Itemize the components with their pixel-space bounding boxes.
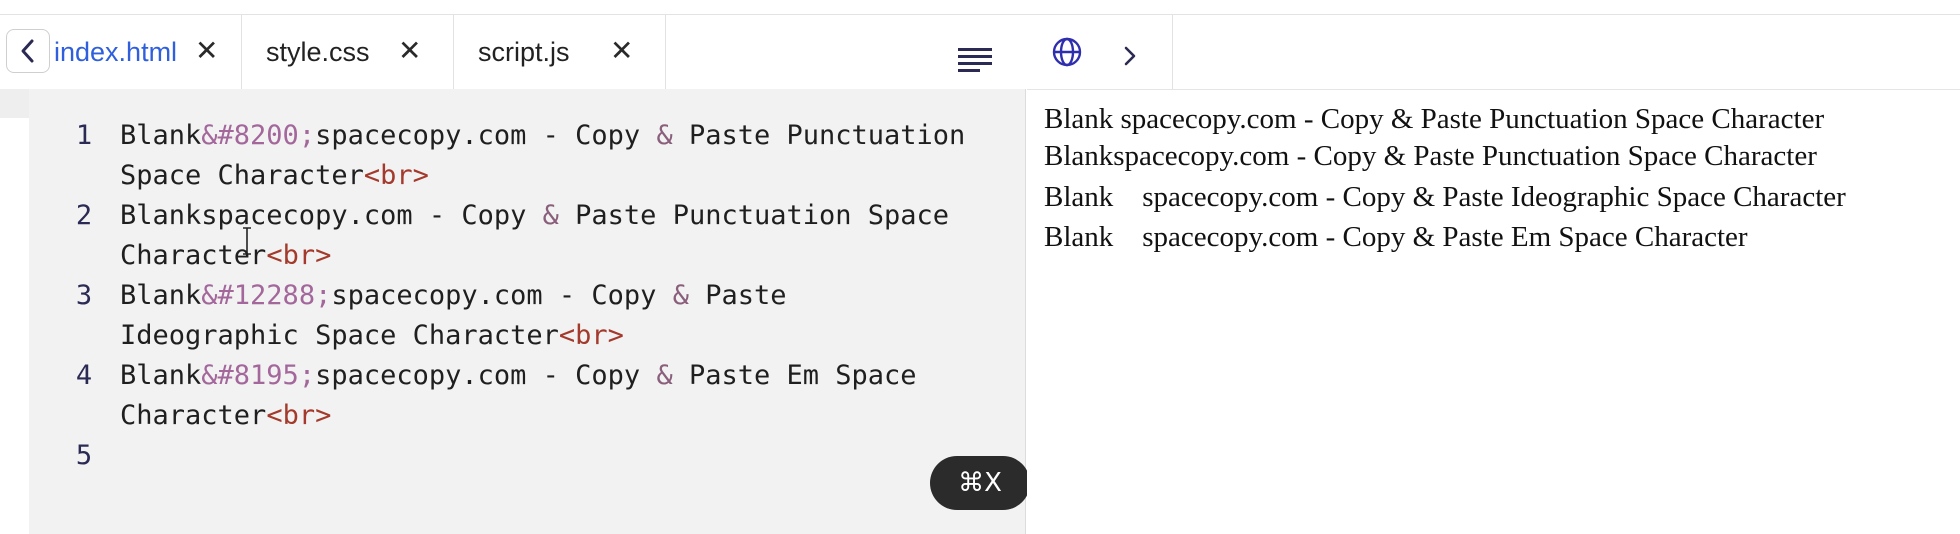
close-icon[interactable]: ✕	[398, 37, 421, 65]
tab-label: index.html	[54, 36, 178, 67]
editor-gutter-top	[0, 89, 29, 118]
preview-toolbar	[1027, 15, 1960, 90]
chevron-right-icon[interactable]	[1123, 45, 1137, 67]
editor-tab-bar: index.html ✕ style.css ✕ script.js ✕	[0, 15, 1026, 89]
window-top-border	[0, 0, 1960, 15]
line-number: 1	[75, 120, 93, 151]
tab-script-js[interactable]: script.js ✕	[454, 15, 666, 89]
preview-tab[interactable]	[1027, 15, 1173, 89]
editor-gutter	[0, 118, 30, 534]
close-icon[interactable]: ✕	[610, 37, 633, 65]
tab-label: script.js	[478, 36, 570, 67]
rendered-line: Blankspacecopy.com - Copy & Paste Punctu…	[1044, 140, 1817, 172]
close-icon[interactable]: ✕	[195, 37, 218, 65]
code-line-wrap: Character<br>	[120, 400, 332, 431]
tabs-back-button[interactable]	[6, 29, 50, 73]
line-number: 3	[75, 280, 93, 311]
code-line: Blank&#8200;spacecopy.com - Copy & Paste…	[120, 120, 966, 151]
code-editor-pane: index.html ✕ style.css ✕ script.js ✕ 1 B…	[0, 15, 1030, 534]
rendered-line: Blank spacecopy.com - Copy & Paste Punct…	[1044, 103, 1825, 135]
code-line: Blank&#12288;spacecopy.com - Copy & Past…	[120, 280, 787, 311]
code-line-wrap: Character<br>	[120, 240, 332, 271]
app-window: index.html ✕ style.css ✕ script.js ✕ 1 B…	[0, 0, 1960, 534]
align-lines-icon	[958, 48, 992, 72]
shortcut-badge: ⌘X	[930, 456, 1030, 510]
rendered-line: Blank spacecopy.com - Copy & Paste Ideog…	[1044, 181, 1846, 213]
tab-index-html[interactable]: index.html ✕	[50, 15, 242, 89]
tab-label: style.css	[266, 36, 370, 67]
preview-pane: Blank spacecopy.com - Copy & Paste Punct…	[1027, 15, 1960, 534]
format-button[interactable]	[958, 48, 992, 76]
tab-style-css[interactable]: style.css ✕	[242, 15, 454, 89]
rendered-output: Blank spacecopy.com - Copy & Paste Punct…	[1027, 89, 1960, 534]
chevron-left-icon	[21, 39, 34, 63]
code-line: Blank&#8195;spacecopy.com - Copy & Paste…	[120, 360, 917, 391]
rendered-line: Blank spacecopy.com - Copy & Paste Em Sp…	[1044, 221, 1748, 253]
text-cursor-icon	[243, 227, 251, 255]
code-content[interactable]: 1 Blank&#8200;spacecopy.com - Copy & Pas…	[29, 89, 1026, 534]
line-number: 2	[75, 200, 93, 231]
line-number: 4	[75, 360, 93, 391]
line-number: 5	[75, 440, 93, 471]
code-line-wrap: Space Character<br>	[120, 160, 429, 191]
code-line-wrap: Ideographic Space Character<br>	[120, 320, 624, 351]
globe-icon	[1052, 37, 1082, 67]
